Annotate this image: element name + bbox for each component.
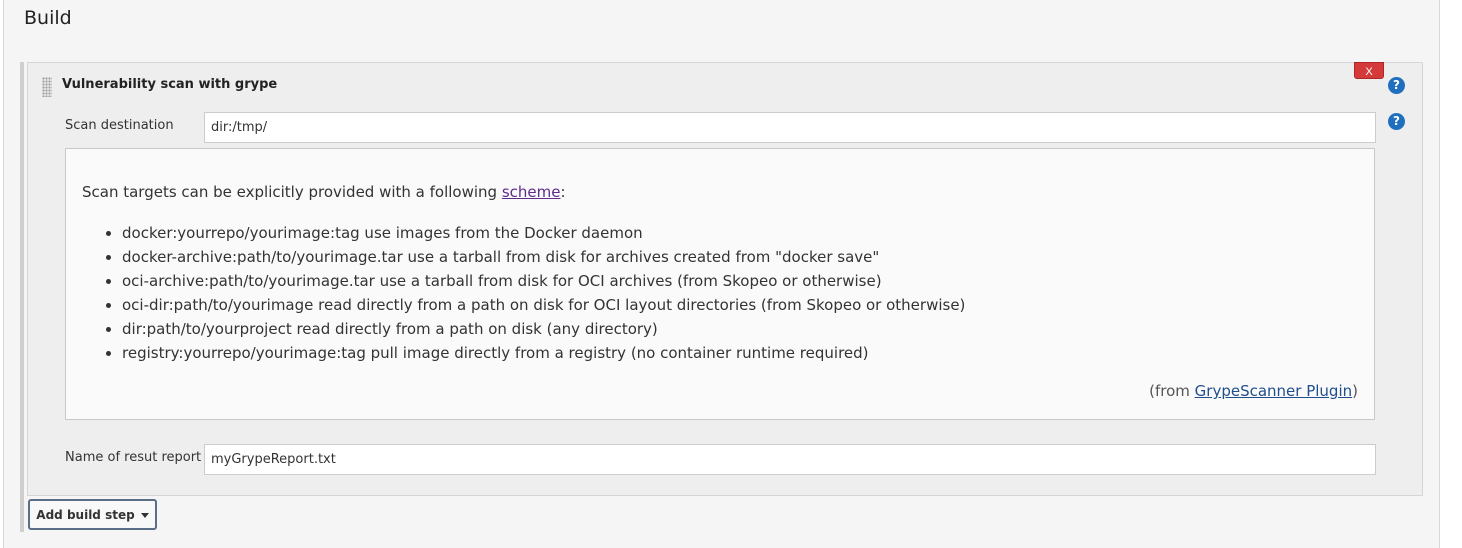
list-item: dir:path/to/yourproject read directly fr… — [122, 317, 965, 341]
step-rail — [20, 62, 24, 532]
list-item: oci-dir:path/to/yourimage read directly … — [122, 293, 965, 317]
list-item: registry:yourrepo/yourimage:tag pull ima… — [122, 341, 965, 365]
help-intro: Scan targets can be explicitly provided … — [82, 183, 566, 201]
build-step-panel: Vulnerability scan with grype X ? Scan d… — [27, 62, 1423, 496]
caret-down-icon — [140, 512, 149, 518]
drag-handle-icon[interactable] — [42, 77, 52, 97]
section-title: Build — [24, 7, 72, 29]
question-circle-icon[interactable]: ? — [1388, 113, 1405, 130]
help-intro-prefix: Scan targets can be explicitly provided … — [82, 183, 502, 201]
plugin-link[interactable]: GrypeScanner Plugin — [1195, 382, 1352, 400]
list-item: oci-archive:path/to/yourimage.tar use a … — [122, 269, 965, 293]
step-title: Vulnerability scan with grype — [62, 77, 278, 92]
report-name-label: Name of resut report — [65, 450, 202, 465]
list-item: docker-archive:path/to/yourimage.tar use… — [122, 245, 965, 269]
delete-step-button[interactable]: X — [1354, 62, 1384, 79]
help-intro-suffix: : — [560, 183, 566, 201]
scheme-list: docker:yourrepo/yourimage:tag use images… — [82, 221, 965, 365]
help-text-box: Scan targets can be explicitly provided … — [65, 148, 1375, 420]
scan-destination-label: Scan destination — [65, 118, 174, 133]
help-footer: (from GrypeScanner Plugin) — [1149, 382, 1358, 400]
add-build-step-label: Add build step — [36, 507, 135, 522]
report-name-input[interactable] — [204, 444, 1376, 475]
scheme-link[interactable]: scheme — [502, 183, 561, 201]
add-build-step-button[interactable]: Add build step — [28, 499, 157, 530]
list-item: docker:yourrepo/yourimage:tag use images… — [122, 221, 965, 245]
footer-suffix: ) — [1352, 382, 1358, 400]
question-circle-icon[interactable]: ? — [1388, 77, 1405, 94]
scan-destination-input[interactable] — [204, 112, 1376, 143]
footer-prefix: (from — [1149, 382, 1195, 400]
build-section: Build Vulnerability scan with grype X ? … — [3, 0, 1440, 548]
